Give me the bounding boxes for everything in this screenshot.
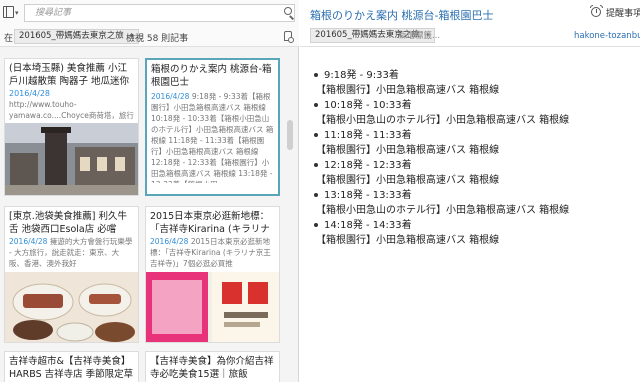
- note-card-title: 【吉祥寺美食】為你介紹吉祥寺必吃美食15選｜旅飯: [150, 356, 274, 380]
- note-card-snippet-text: 9:18発 - 9:33着【箱根園行】小田急箱根高速バス 箱根線 10:18発 …: [151, 92, 274, 183]
- departure-arrival-time: 14:18発 - 14:33着: [324, 220, 412, 231]
- bullet: [314, 133, 318, 137]
- search-bar: ▾: [0, 0, 299, 26]
- note-card-selected[interactable]: 箱根のりかえ案内 桃源台-箱根園巴士 2016/4/28 9:18発 - 9:3…: [145, 58, 280, 196]
- bus-route: 【箱根園行】小田急箱根高速バス 箱根線: [316, 145, 500, 156]
- note-card[interactable]: 2015日本東京必逛新地標：「吉祥寺Kirarina (キラリナ 2016/4/…: [145, 206, 280, 343]
- search-input[interactable]: [24, 4, 295, 22]
- bullet: [314, 73, 318, 77]
- note-card-title: (日本埼玉縣) 美食推薦 小江戶川越散策 陶器子 地瓜迷你: [9, 63, 130, 87]
- filter-prefix: 在: [4, 34, 14, 44]
- search-icon[interactable]: [284, 7, 296, 20]
- note-card-thumbnail: [146, 272, 279, 342]
- bus-route: 【箱根園行】小田急箱根高速バス 箱根線: [316, 175, 500, 186]
- note-card-snippet: http://www.touho-yamawa.co....Choyce商荷塔，…: [9, 100, 134, 120]
- note-card-date: 2016/4/28: [9, 89, 51, 98]
- note-card-snippet: 2016/4/28 2015日本東京必逛新地標：「吉祥寺Kirarina (キラ…: [146, 236, 279, 270]
- note-card-thumbnail: [5, 272, 138, 342]
- bullet: [314, 163, 318, 167]
- sort-icon[interactable]: [283, 31, 295, 43]
- departure-arrival-time: 10:18発 - 10:33着: [324, 100, 412, 111]
- bullet: [314, 223, 318, 227]
- note-card[interactable]: 【吉祥寺美食】為你介紹吉祥寺必吃美食15選｜旅飯: [145, 351, 280, 382]
- tag-input[interactable]: [398, 29, 518, 43]
- bus-route: 【箱根園行】小田急箱根高速バス 箱根線: [316, 85, 500, 96]
- note-card[interactable]: 吉祥寺超市&【吉祥寺美食】HARBS 吉祥寺店 季節限定草: [4, 351, 139, 382]
- schedule-entry: 12:18発 - 12:33着 【箱根園行】小田急箱根高速バス 箱根線: [314, 158, 634, 188]
- note-card-title: 2015日本東京必逛新地標：「吉祥寺Kirarina (キラリナ: [150, 211, 270, 235]
- bullet: [314, 193, 318, 197]
- header-divider: [300, 46, 640, 47]
- note-title[interactable]: 箱根のりかえ案内 桃源台-箱根園巴士: [310, 7, 493, 23]
- chevron-down-icon: ▾: [15, 9, 19, 17]
- schedule-entry: 13:18発 - 13:33着 【箱根小田急山のホテル行】小田急箱根高速バス 箱…: [314, 188, 634, 218]
- note-card-title: 箱根のりかえ案内 桃源台-箱根園巴士: [151, 64, 272, 88]
- departure-arrival-time: 11:18発 - 11:33着: [324, 130, 412, 141]
- note-card-grid: (日本埼玉縣) 美食推薦 小江戶川越散策 陶器子 地瓜迷你 2016/4/28 …: [4, 58, 282, 382]
- note-card-title: 吉祥寺超市&【吉祥寺美食】HARBS 吉祥寺店 季節限定草: [9, 356, 134, 380]
- note-list-scrollbar[interactable]: [287, 120, 293, 150]
- bus-route: 【箱根小田急山のホテル行】小田急箱根高速バス 箱根線: [316, 115, 570, 126]
- note-card-date: 2016/4/28: [151, 92, 190, 101]
- departure-arrival-time: 12:18発 - 12:33着: [324, 160, 412, 171]
- bus-route: 【箱根小田急山のホテル行】小田急箱根高速バス 箱根線: [316, 205, 570, 216]
- notebook-filter-label: 201605_帶媽媽去東京之旅: [19, 31, 124, 41]
- notebook-icon[interactable]: ▾: [3, 5, 20, 19]
- reminder-label: 提醒事項: [606, 9, 640, 19]
- note-card-date: 2016/4/28: [150, 237, 189, 246]
- schedule-entry: 9:18発 - 9:33着 【箱根園行】小田急箱根高速バス 箱根線: [314, 68, 634, 98]
- note-count: 檢視 58 則記事: [126, 34, 189, 44]
- alarm-clock-icon: [590, 5, 603, 18]
- note-body[interactable]: 9:18発 - 9:33着 【箱根園行】小田急箱根高速バス 箱根線 10:18発…: [314, 68, 634, 248]
- schedule-entry: 14:18発 - 14:33着 【箱根園行】小田急箱根高速バス 箱根線: [314, 218, 634, 248]
- departure-arrival-time: 13:18発 - 13:33着: [324, 190, 412, 201]
- note-card-date: 2016/4/28: [9, 237, 48, 246]
- note-card-thumbnail: [5, 123, 138, 195]
- source-url-link[interactable]: hakone-tozanbus.: [574, 31, 640, 41]
- note-card-snippet: 2016/4/28 擁遊的大方會盤行玩樂學 - 大方旅行，說走就走：東京、大阪、…: [5, 236, 138, 270]
- notebook-filter-bar: 在 201605_帶媽媽去東京之旅 ▾ 檢視 58 則記事: [0, 26, 299, 47]
- notebook-filter-dropdown[interactable]: 201605_帶媽媽去東京之旅 ▾: [14, 29, 139, 44]
- note-list-pane: ▾ 在 201605_帶媽媽去東京之旅 ▾ 檢視 58 則記事 (日本埼玉縣) …: [0, 0, 299, 382]
- note-card-snippet: 2016/4/28 9:18発 - 9:33着【箱根園行】小田急箱根高速バス 箱…: [147, 91, 278, 183]
- note-editor-pane: 箱根のりかえ案内 桃源台-箱根園巴士 提醒事項 201605_帶媽媽去東京之旅 …: [300, 0, 640, 382]
- schedule-entry: 10:18発 - 10:33着 【箱根小田急山のホテル行】小田急箱根高速バス 箱…: [314, 98, 634, 128]
- bus-route: 【箱根園行】小田急箱根高速バス 箱根線: [316, 235, 500, 246]
- note-card-title: [東京.池袋美食推薦] 利久牛舌 池袋西口Esola店 必嚐: [9, 211, 127, 235]
- schedule-entry: 11:18発 - 11:33着 【箱根園行】小田急箱根高速バス 箱根線: [314, 128, 634, 158]
- note-card[interactable]: (日本埼玉縣) 美食推薦 小江戶川越散策 陶器子 地瓜迷你 2016/4/28 …: [4, 58, 139, 196]
- bullet: [314, 103, 318, 107]
- note-card[interactable]: [東京.池袋美食推薦] 利久牛舌 池袋西口Esola店 必嚐 2016/4/28…: [4, 206, 139, 343]
- departure-arrival-time: 9:18発 - 9:33着: [324, 70, 399, 81]
